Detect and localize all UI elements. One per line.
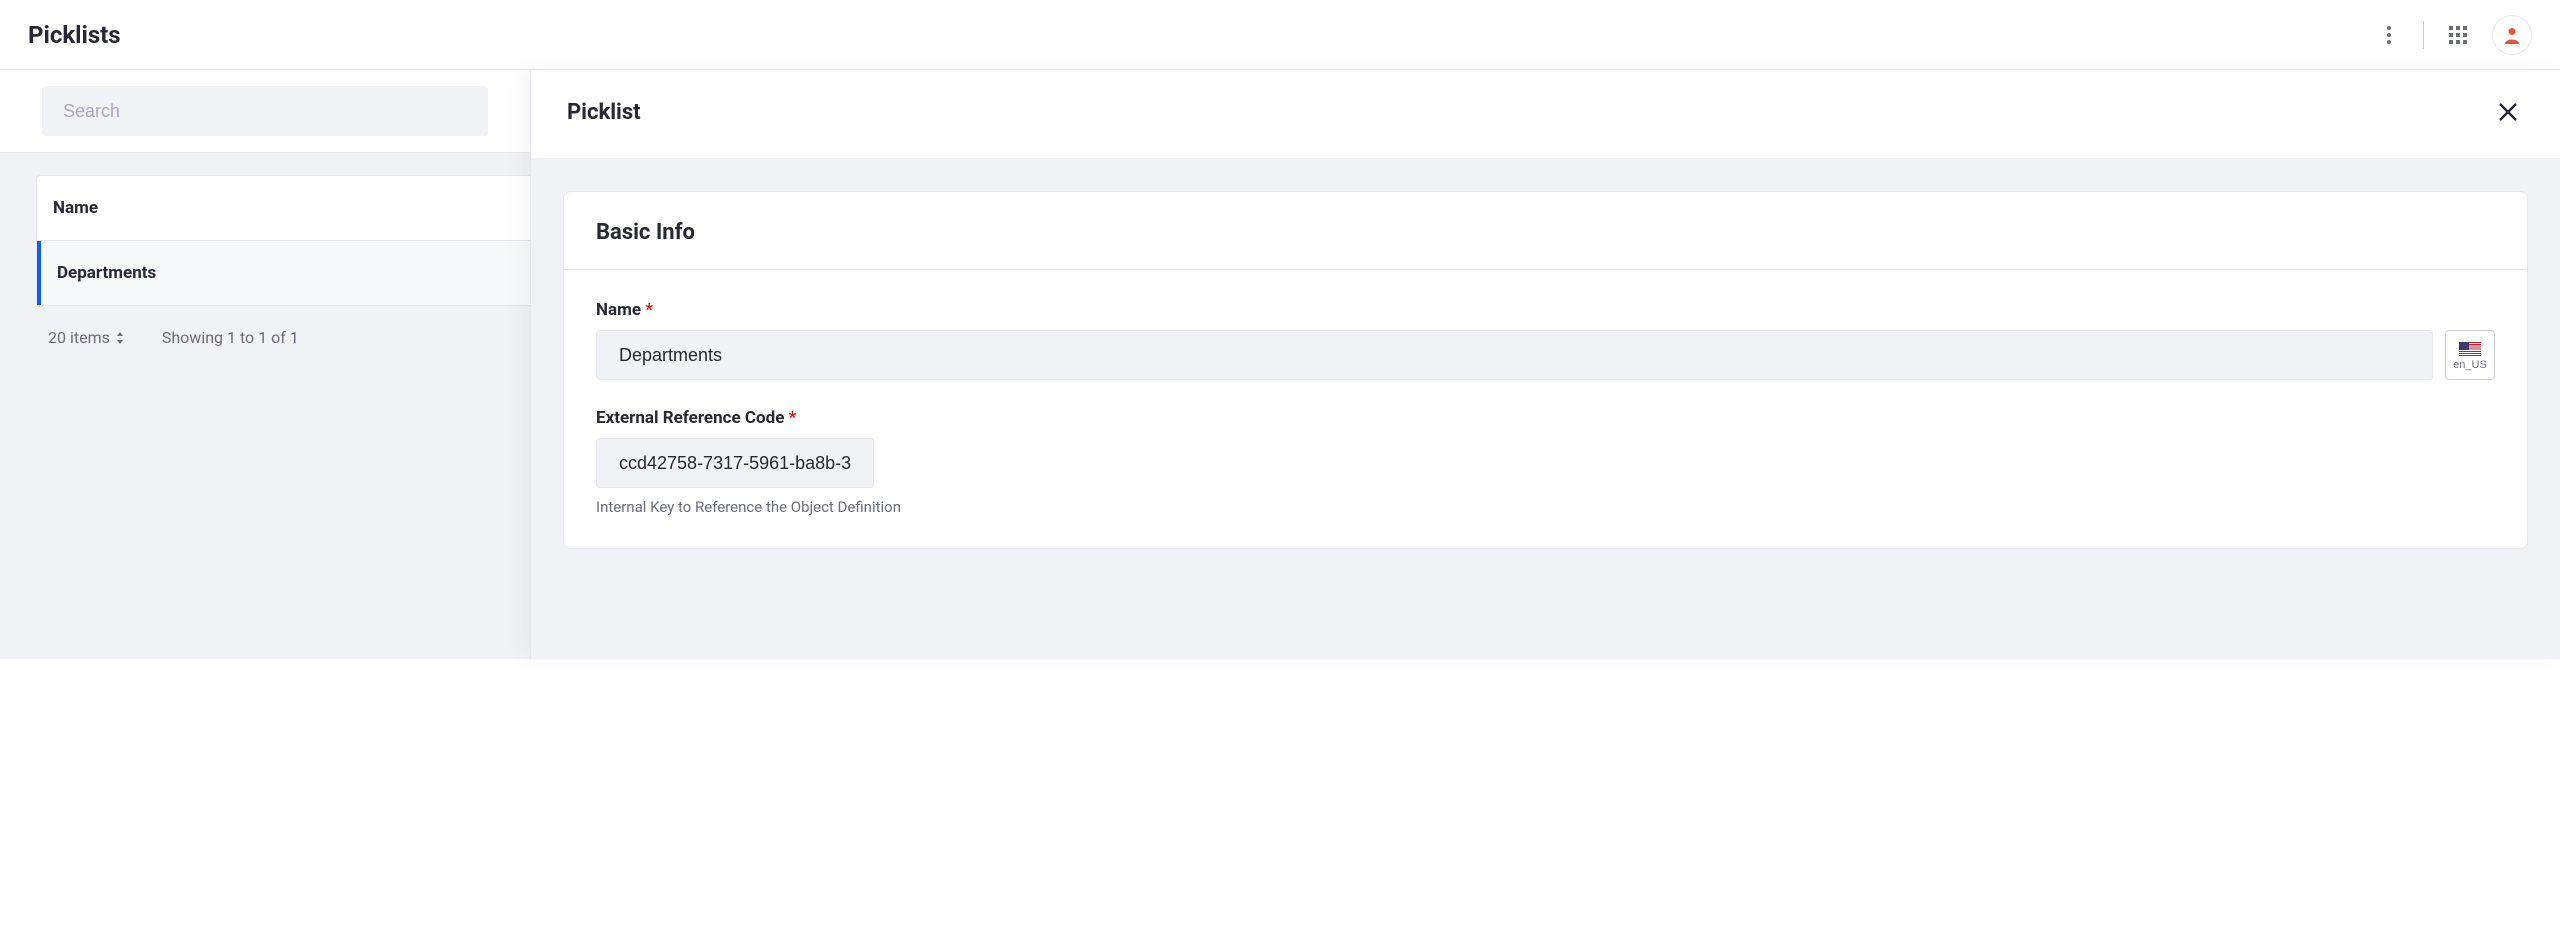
basic-info-card: Basic Info Name * en_ <box>563 191 2528 549</box>
sort-caret-icon <box>116 332 124 344</box>
showing-text: Showing 1 to 1 of 1 <box>162 328 299 347</box>
erc-label-text: External Reference Code <box>596 408 784 428</box>
kebab-menu-button[interactable] <box>2371 17 2407 53</box>
pagination: 20 items Showing 1 to 1 of 1 <box>48 328 530 347</box>
items-count-label: 20 items <box>48 328 110 347</box>
left-panel: Name Departments 20 items Showing 1 to 1… <box>0 70 530 659</box>
required-asterisk: * <box>645 300 653 320</box>
header-actions <box>2371 15 2532 55</box>
panel-body: Basic Info Name * en_ <box>531 159 2560 659</box>
right-panel: Picklist Basic Info Name <box>530 70 2560 659</box>
name-label-text: Name <box>596 300 641 320</box>
top-header: Picklists <box>0 0 2560 70</box>
name-input[interactable] <box>596 330 2433 380</box>
table-row[interactable]: Departments <box>37 241 530 305</box>
search-wrapper <box>0 70 530 153</box>
apps-grid-icon <box>2449 26 2467 44</box>
table-header: Name <box>37 176 530 241</box>
form-group-name: Name * en_US <box>596 300 2495 380</box>
panel-header: Picklist <box>531 70 2560 159</box>
form-group-erc: External Reference Code * Internal Key t… <box>596 408 2495 516</box>
erc-help-text: Internal Key to Reference the Object Def… <box>596 498 2495 516</box>
items-per-page-selector[interactable]: 20 items <box>48 328 124 347</box>
vertical-divider <box>2423 21 2424 49</box>
flag-us-icon <box>2459 342 2481 356</box>
card-body: Name * en_US <box>564 270 2527 548</box>
page-title: Picklists <box>28 21 121 49</box>
main-layout: Name Departments 20 items Showing 1 to 1… <box>0 70 2560 659</box>
erc-label: External Reference Code * <box>596 408 2495 428</box>
apps-grid-button[interactable] <box>2440 17 2476 53</box>
user-icon <box>2503 26 2521 44</box>
kebab-icon <box>2387 26 2391 44</box>
locale-selector-button[interactable]: en_US <box>2445 330 2495 380</box>
row-name-cell: Departments <box>57 263 514 283</box>
close-panel-button[interactable] <box>2492 96 2524 128</box>
close-icon <box>2498 102 2518 122</box>
erc-input[interactable] <box>596 438 874 488</box>
card-header: Basic Info <box>564 192 2527 269</box>
panel-title: Picklist <box>567 100 641 125</box>
required-asterisk: * <box>789 408 797 428</box>
column-header-name[interactable]: Name <box>53 198 514 218</box>
locale-code: en_US <box>2453 359 2487 371</box>
name-label: Name * <box>596 300 2495 320</box>
user-avatar-button[interactable] <box>2492 15 2532 55</box>
picklists-table: Name Departments <box>36 175 530 306</box>
name-input-row: en_US <box>596 330 2495 380</box>
search-input[interactable] <box>42 86 488 136</box>
card-title: Basic Info <box>596 220 2495 245</box>
